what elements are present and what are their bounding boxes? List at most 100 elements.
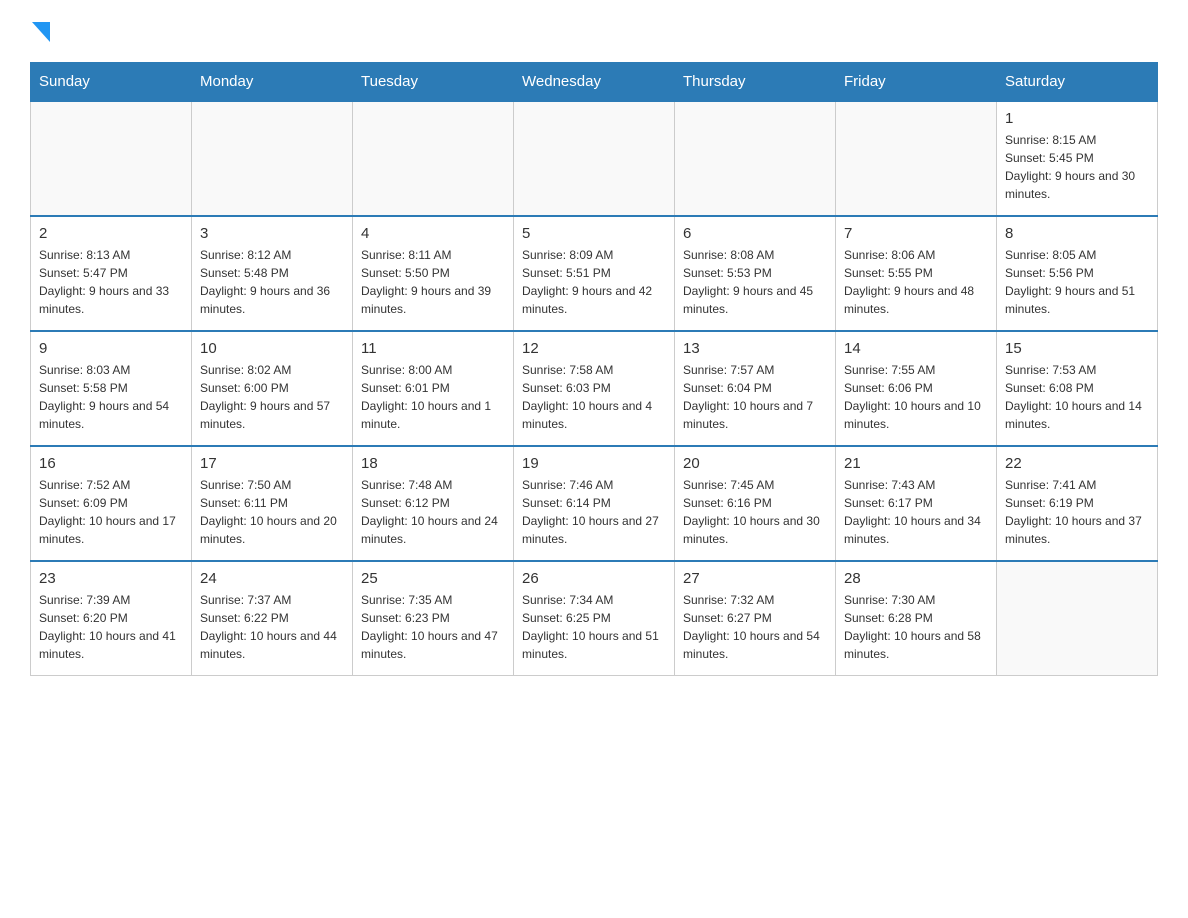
calendar-day-cell: 10 Sunrise: 8:02 AMSunset: 6:00 PMDayligh… xyxy=(192,331,353,446)
day-number: 4 xyxy=(361,225,505,242)
day-info: Sunrise: 8:08 AMSunset: 5:53 PMDaylight:… xyxy=(683,246,827,318)
col-friday: Friday xyxy=(836,63,997,102)
col-monday: Monday xyxy=(192,63,353,102)
calendar-week-row: 2 Sunrise: 8:13 AMSunset: 5:47 PMDaylight… xyxy=(31,216,1158,331)
calendar-day-cell: 17 Sunrise: 7:50 AMSunset: 6:11 PMDayligh… xyxy=(192,446,353,561)
day-number: 18 xyxy=(361,455,505,472)
day-info: Sunrise: 8:09 AMSunset: 5:51 PMDaylight:… xyxy=(522,246,666,318)
day-number: 8 xyxy=(1005,225,1149,242)
calendar-day-cell: 18 Sunrise: 7:48 AMSunset: 6:12 PMDayligh… xyxy=(353,446,514,561)
day-info: Sunrise: 7:50 AMSunset: 6:11 PMDaylight:… xyxy=(200,476,344,548)
day-number: 19 xyxy=(522,455,666,472)
day-info: Sunrise: 7:55 AMSunset: 6:06 PMDaylight:… xyxy=(844,361,988,433)
calendar-day-cell: 15 Sunrise: 7:53 AMSunset: 6:08 PMDayligh… xyxy=(997,331,1158,446)
day-info: Sunrise: 8:15 AMSunset: 5:45 PMDaylight:… xyxy=(1005,131,1149,203)
day-info: Sunrise: 8:00 AMSunset: 6:01 PMDaylight:… xyxy=(361,361,505,433)
day-number: 15 xyxy=(1005,340,1149,357)
calendar-table: Sunday Monday Tuesday Wednesday Thursday… xyxy=(30,62,1158,676)
calendar-day-cell: 9 Sunrise: 8:03 AMSunset: 5:58 PMDaylight… xyxy=(31,331,192,446)
day-number: 17 xyxy=(200,455,344,472)
calendar-week-row: 23 Sunrise: 7:39 AMSunset: 6:20 PMDayligh… xyxy=(31,561,1158,676)
calendar-day-cell: 2 Sunrise: 8:13 AMSunset: 5:47 PMDaylight… xyxy=(31,216,192,331)
day-info: Sunrise: 7:58 AMSunset: 6:03 PMDaylight:… xyxy=(522,361,666,433)
calendar-day-cell: 24 Sunrise: 7:37 AMSunset: 6:22 PMDayligh… xyxy=(192,561,353,676)
calendar-day-cell: 11 Sunrise: 8:00 AMSunset: 6:01 PMDayligh… xyxy=(353,331,514,446)
calendar-day-cell: 19 Sunrise: 7:46 AMSunset: 6:14 PMDayligh… xyxy=(514,446,675,561)
day-info: Sunrise: 8:13 AMSunset: 5:47 PMDaylight:… xyxy=(39,246,183,318)
day-number: 27 xyxy=(683,570,827,587)
day-info: Sunrise: 7:48 AMSunset: 6:12 PMDaylight:… xyxy=(361,476,505,548)
logo xyxy=(30,20,50,42)
calendar-day-cell: 5 Sunrise: 8:09 AMSunset: 5:51 PMDaylight… xyxy=(514,216,675,331)
day-number: 12 xyxy=(522,340,666,357)
calendar-day-cell: 16Sunrise: 7:52 AMSunset: 6:09 PMDayligh… xyxy=(31,446,192,561)
calendar-week-row: 1 Sunrise: 8:15 AMSunset: 5:45 PMDaylight… xyxy=(31,101,1158,216)
day-info: Sunrise: 8:12 AMSunset: 5:48 PMDaylight:… xyxy=(200,246,344,318)
col-sunday: Sunday xyxy=(31,63,192,102)
calendar-day-cell: 27 Sunrise: 7:32 AMSunset: 6:27 PMDayligh… xyxy=(675,561,836,676)
col-thursday: Thursday xyxy=(675,63,836,102)
calendar-header-row: Sunday Monday Tuesday Wednesday Thursday… xyxy=(31,63,1158,102)
page-header xyxy=(30,20,1158,42)
day-number: 14 xyxy=(844,340,988,357)
day-number: 5 xyxy=(522,225,666,242)
day-info: Sunrise: 8:11 AMSunset: 5:50 PMDaylight:… xyxy=(361,246,505,318)
calendar-day-cell: 21Sunrise: 7:43 AMSunset: 6:17 PMDayligh… xyxy=(836,446,997,561)
calendar-day-cell: 28 Sunrise: 7:30 AMSunset: 6:28 PMDayligh… xyxy=(836,561,997,676)
day-info: Sunrise: 7:45 AMSunset: 6:16 PMDaylight:… xyxy=(683,476,827,548)
day-number: 11 xyxy=(361,340,505,357)
logo-triangle-icon xyxy=(32,22,50,42)
day-info: Sunrise: 7:32 AMSunset: 6:27 PMDaylight:… xyxy=(683,591,827,663)
day-number: 26 xyxy=(522,570,666,587)
calendar-day-cell: 4 Sunrise: 8:11 AMSunset: 5:50 PMDaylight… xyxy=(353,216,514,331)
calendar-day-cell: 14 Sunrise: 7:55 AMSunset: 6:06 PMDayligh… xyxy=(836,331,997,446)
day-number: 13 xyxy=(683,340,827,357)
day-number: 23 xyxy=(39,570,183,587)
day-info: Sunrise: 7:35 AMSunset: 6:23 PMDaylight:… xyxy=(361,591,505,663)
calendar-day-cell: 6 Sunrise: 8:08 AMSunset: 5:53 PMDaylight… xyxy=(675,216,836,331)
day-info: Sunrise: 8:03 AMSunset: 5:58 PMDaylight:… xyxy=(39,361,183,433)
calendar-day-cell: 22Sunrise: 7:41 AMSunset: 6:19 PMDayligh… xyxy=(997,446,1158,561)
day-number: 28 xyxy=(844,570,988,587)
calendar-day-cell: 23 Sunrise: 7:39 AMSunset: 6:20 PMDayligh… xyxy=(31,561,192,676)
calendar-day-cell xyxy=(353,101,514,216)
calendar-day-cell: 25 Sunrise: 7:35 AMSunset: 6:23 PMDayligh… xyxy=(353,561,514,676)
day-number: 2 xyxy=(39,225,183,242)
calendar-day-cell: 8 Sunrise: 8:05 AMSunset: 5:56 PMDaylight… xyxy=(997,216,1158,331)
calendar-day-cell: 1 Sunrise: 8:15 AMSunset: 5:45 PMDaylight… xyxy=(997,101,1158,216)
day-number: 24 xyxy=(200,570,344,587)
day-number: 22 xyxy=(1005,455,1149,472)
calendar-day-cell: 20 Sunrise: 7:45 AMSunset: 6:16 PMDayligh… xyxy=(675,446,836,561)
day-info: Sunrise: 8:05 AMSunset: 5:56 PMDaylight:… xyxy=(1005,246,1149,318)
day-number: 7 xyxy=(844,225,988,242)
day-info: Sunrise: 7:34 AMSunset: 6:25 PMDaylight:… xyxy=(522,591,666,663)
day-number: 1 xyxy=(1005,110,1149,127)
calendar-day-cell: 7 Sunrise: 8:06 AMSunset: 5:55 PMDaylight… xyxy=(836,216,997,331)
calendar-day-cell xyxy=(836,101,997,216)
calendar-day-cell: 13 Sunrise: 7:57 AMSunset: 6:04 PMDayligh… xyxy=(675,331,836,446)
calendar-day-cell xyxy=(675,101,836,216)
day-number: 6 xyxy=(683,225,827,242)
calendar-day-cell: 12 Sunrise: 7:58 AMSunset: 6:03 PMDayligh… xyxy=(514,331,675,446)
day-info: Sunrise: 7:39 AMSunset: 6:20 PMDaylight:… xyxy=(39,591,183,663)
col-wednesday: Wednesday xyxy=(514,63,675,102)
col-tuesday: Tuesday xyxy=(353,63,514,102)
day-number: 3 xyxy=(200,225,344,242)
day-number: 9 xyxy=(39,340,183,357)
day-number: 25 xyxy=(361,570,505,587)
calendar-day-cell: 26 Sunrise: 7:34 AMSunset: 6:25 PMDayligh… xyxy=(514,561,675,676)
day-info: Sunrise: 7:52 AMSunset: 6:09 PMDaylight:… xyxy=(39,476,183,548)
day-number: 20 xyxy=(683,455,827,472)
calendar-day-cell xyxy=(192,101,353,216)
day-info: Sunrise: 8:02 AMSunset: 6:00 PMDaylight:… xyxy=(200,361,344,433)
day-info: Sunrise: 7:57 AMSunset: 6:04 PMDaylight:… xyxy=(683,361,827,433)
calendar-day-cell xyxy=(997,561,1158,676)
calendar-week-row: 9 Sunrise: 8:03 AMSunset: 5:58 PMDaylight… xyxy=(31,331,1158,446)
day-info: Sunrise: 7:37 AMSunset: 6:22 PMDaylight:… xyxy=(200,591,344,663)
day-info: Sunrise: 7:30 AMSunset: 6:28 PMDaylight:… xyxy=(844,591,988,663)
day-number: 10 xyxy=(200,340,344,357)
day-info: Sunrise: 8:06 AMSunset: 5:55 PMDaylight:… xyxy=(844,246,988,318)
calendar-day-cell xyxy=(31,101,192,216)
day-info: Sunrise: 7:53 AMSunset: 6:08 PMDaylight:… xyxy=(1005,361,1149,433)
day-info: Sunrise: 7:46 AMSunset: 6:14 PMDaylight:… xyxy=(522,476,666,548)
